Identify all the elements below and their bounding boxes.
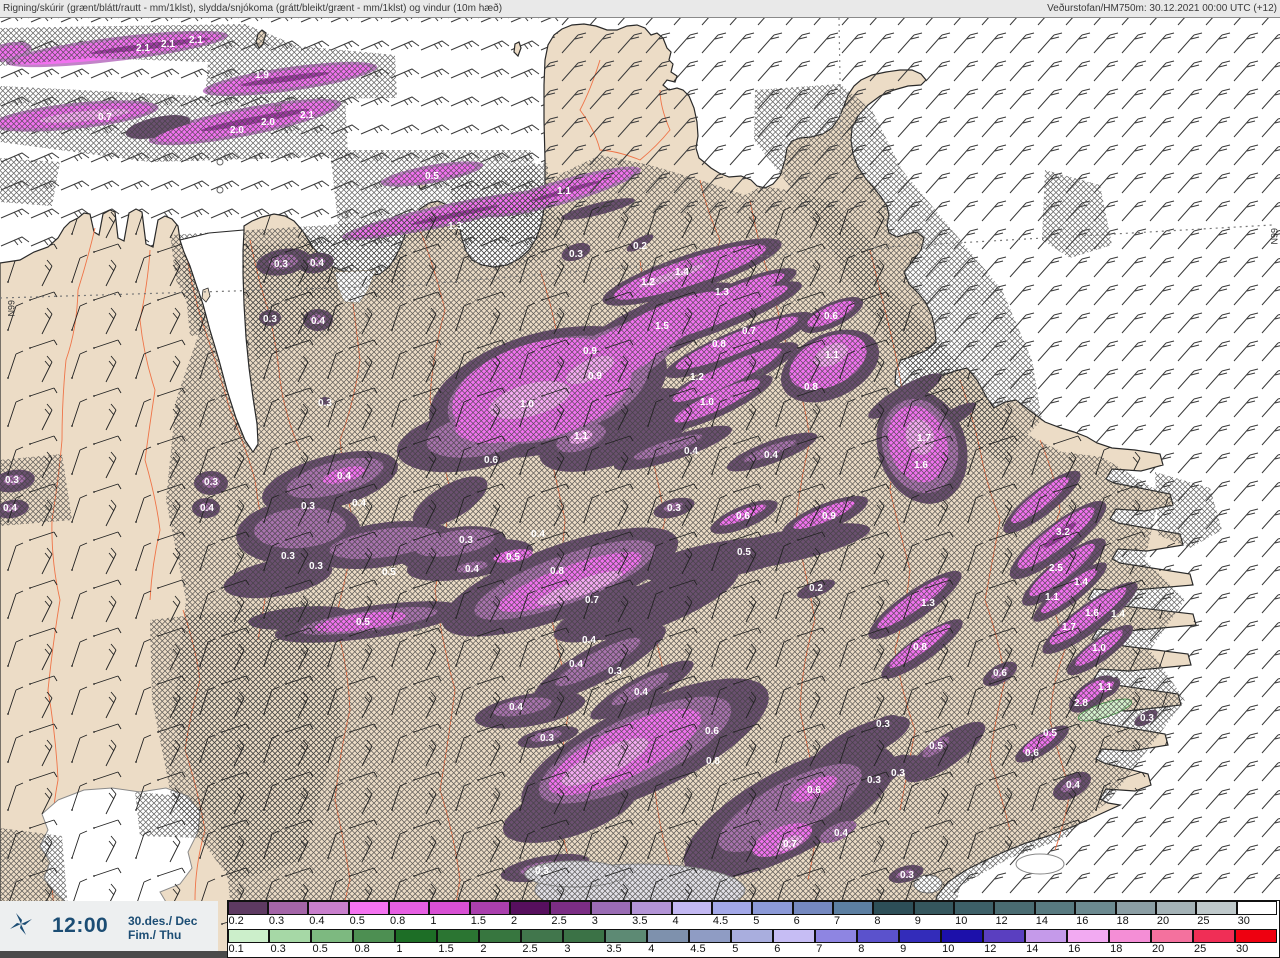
svg-text:2.8: 2.8 (1074, 698, 1088, 709)
svg-text:0.9: 0.9 (583, 346, 597, 357)
svg-text:0.8: 0.8 (550, 566, 564, 577)
svg-text:0.3: 0.3 (867, 775, 881, 786)
svg-text:1.1: 1.1 (1098, 682, 1112, 693)
svg-text:0.5: 0.5 (506, 552, 520, 563)
svg-text:0.3: 0.3 (569, 249, 583, 260)
svg-text:0.5: 0.5 (382, 567, 396, 578)
svg-text:0.4: 0.4 (684, 446, 698, 457)
svg-text:0.6: 0.6 (705, 726, 719, 737)
svg-text:0.3: 0.3 (540, 733, 554, 744)
svg-text:66N: 66N (6, 300, 16, 317)
svg-text:0.4: 0.4 (3, 503, 17, 514)
svg-text:3.2: 3.2 (1056, 527, 1070, 538)
svg-text:1.6: 1.6 (1085, 608, 1099, 619)
svg-text:0.4: 0.4 (509, 702, 523, 713)
svg-text:0.5: 0.5 (929, 741, 943, 752)
svg-text:0.2: 0.2 (809, 583, 823, 594)
svg-text:0.7: 0.7 (98, 112, 112, 123)
svg-text:0.6: 0.6 (736, 511, 750, 522)
svg-text:0.4: 0.4 (834, 828, 848, 839)
svg-text:0.6: 0.6 (1025, 748, 1039, 759)
svg-text:1.3: 1.3 (448, 221, 462, 232)
svg-text:0.4: 0.4 (465, 564, 479, 575)
svg-text:1.0: 1.0 (520, 399, 534, 410)
svg-text:0.3: 0.3 (900, 870, 914, 881)
svg-text:0.6: 0.6 (807, 785, 821, 796)
svg-text:2.5: 2.5 (1049, 563, 1063, 574)
svg-text:0.4: 0.4 (311, 316, 325, 327)
svg-text:2.1: 2.1 (189, 35, 203, 46)
svg-text:0.3: 0.3 (204, 477, 218, 488)
svg-text:0.4: 0.4 (569, 659, 583, 670)
svg-text:0.4: 0.4 (531, 529, 545, 540)
svg-text:1.7: 1.7 (1062, 622, 1076, 633)
svg-text:0.5: 0.5 (356, 617, 370, 628)
svg-text:0.3: 0.3 (274, 259, 288, 270)
svg-text:0.3: 0.3 (318, 398, 332, 409)
svg-text:66N: 66N (1269, 228, 1279, 245)
svg-text:0.7: 0.7 (585, 595, 599, 606)
svg-text:0.3: 0.3 (891, 768, 905, 779)
svg-text:1.4: 1.4 (675, 267, 689, 278)
svg-text:1.1: 1.1 (574, 431, 588, 442)
svg-text:0.6: 0.6 (824, 311, 838, 322)
svg-text:2.1: 2.1 (300, 110, 314, 121)
svg-text:0.4: 0.4 (337, 471, 351, 482)
svg-text:1.3: 1.3 (921, 598, 935, 609)
svg-text:0.7: 0.7 (742, 326, 756, 337)
svg-text:0.4: 0.4 (1066, 780, 1080, 791)
svg-text:0.2: 0.2 (633, 241, 647, 252)
svg-text:0.4: 0.4 (310, 258, 324, 269)
svg-text:0.7: 0.7 (783, 839, 797, 850)
svg-text:0.9: 0.9 (588, 371, 602, 382)
svg-text:1.6: 1.6 (914, 460, 928, 471)
svg-text:2.1: 2.1 (136, 43, 150, 54)
svg-text:0.3: 0.3 (301, 501, 315, 512)
svg-text:1.7: 1.7 (917, 433, 931, 444)
svg-text:1.2: 1.2 (690, 372, 704, 383)
svg-text:0.3: 0.3 (876, 719, 890, 730)
svg-text:0.3: 0.3 (1140, 713, 1154, 724)
svg-text:0.3: 0.3 (263, 314, 277, 325)
svg-text:0.8: 0.8 (913, 642, 927, 653)
svg-text:1.5: 1.5 (655, 321, 669, 332)
svg-text:0.5: 0.5 (737, 547, 751, 558)
svg-text:2.0: 2.0 (261, 117, 275, 128)
svg-text:0.3: 0.3 (281, 551, 295, 562)
svg-text:0.8: 0.8 (712, 339, 726, 350)
svg-text:0.8: 0.8 (706, 756, 720, 767)
svg-text:0.9: 0.9 (822, 511, 836, 522)
svg-text:0.4: 0.4 (764, 450, 778, 461)
svg-text:1.1: 1.1 (1045, 592, 1059, 603)
svg-text:0.8: 0.8 (804, 382, 818, 393)
svg-text:1.2: 1.2 (641, 277, 655, 288)
svg-text:0.4: 0.4 (582, 635, 596, 646)
svg-text:0.5: 0.5 (1043, 728, 1057, 739)
svg-text:0.3: 0.3 (309, 561, 323, 572)
svg-text:0.3: 0.3 (667, 503, 681, 514)
svg-text:1.1: 1.1 (557, 186, 571, 197)
svg-text:0.3: 0.3 (5, 475, 19, 486)
svg-text:0.4: 0.4 (352, 498, 366, 509)
svg-text:0.5: 0.5 (425, 171, 439, 182)
svg-text:1.0: 1.0 (700, 397, 714, 408)
svg-text:0.3: 0.3 (608, 666, 622, 677)
svg-text:0.6: 0.6 (484, 455, 498, 466)
svg-text:1.9: 1.9 (255, 70, 269, 81)
svg-text:1.0: 1.0 (1092, 643, 1106, 654)
svg-text:2.0: 2.0 (230, 125, 244, 136)
svg-text:2.1: 2.1 (161, 39, 175, 50)
svg-text:1.1: 1.1 (825, 350, 839, 361)
svg-text:0.3: 0.3 (459, 535, 473, 546)
svg-text:0.6: 0.6 (993, 668, 1007, 679)
svg-text:0.4: 0.4 (634, 687, 648, 698)
svg-text:0.4: 0.4 (200, 503, 214, 514)
svg-text:1.4: 1.4 (1111, 609, 1125, 620)
svg-text:1.3: 1.3 (715, 287, 729, 298)
svg-text:0.3: 0.3 (535, 866, 549, 877)
svg-text:1.4: 1.4 (1074, 577, 1088, 588)
